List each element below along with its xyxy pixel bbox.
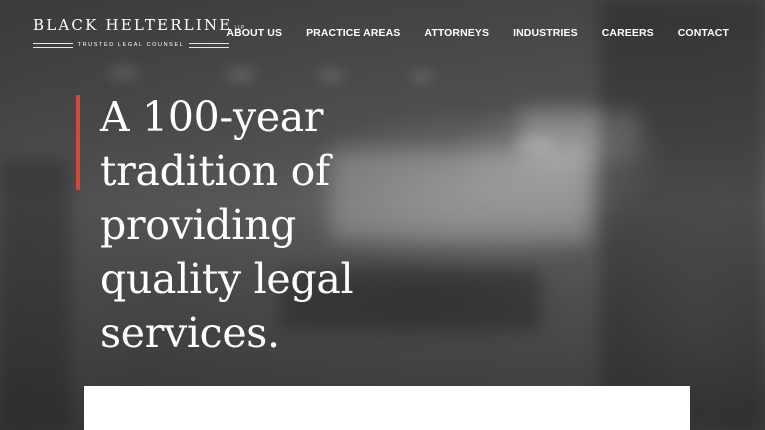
headline-accent-bar xyxy=(76,95,80,190)
nav-item-practice-areas[interactable]: PRACTICE AREAS xyxy=(306,27,400,39)
main-nav: ABOUT US PRACTICE AREAS ATTORNEYS INDUST… xyxy=(202,27,729,39)
brand-tagline: TRUSTED LEGAL COUNSEL xyxy=(77,42,185,48)
tagline-rule-left xyxy=(33,42,73,48)
nav-item-careers[interactable]: CAREERS xyxy=(602,27,654,39)
tagline-rule-right xyxy=(189,42,229,48)
nav-item-industries[interactable]: INDUSTRIES xyxy=(513,27,578,39)
nav-item-contact[interactable]: CONTACT xyxy=(678,27,729,39)
page: BLACK HELTERLINE LLP TRUSTED LEGAL COUNSE… xyxy=(0,0,765,430)
brand-tagline-row: TRUSTED LEGAL COUNSEL xyxy=(33,42,229,48)
nav-item-about-us[interactable]: ABOUT US xyxy=(226,27,282,39)
hero-headline: A 100-year tradition of providing qualit… xyxy=(100,93,354,357)
content-card xyxy=(84,386,690,430)
nav-item-attorneys[interactable]: ATTORNEYS xyxy=(424,27,489,39)
